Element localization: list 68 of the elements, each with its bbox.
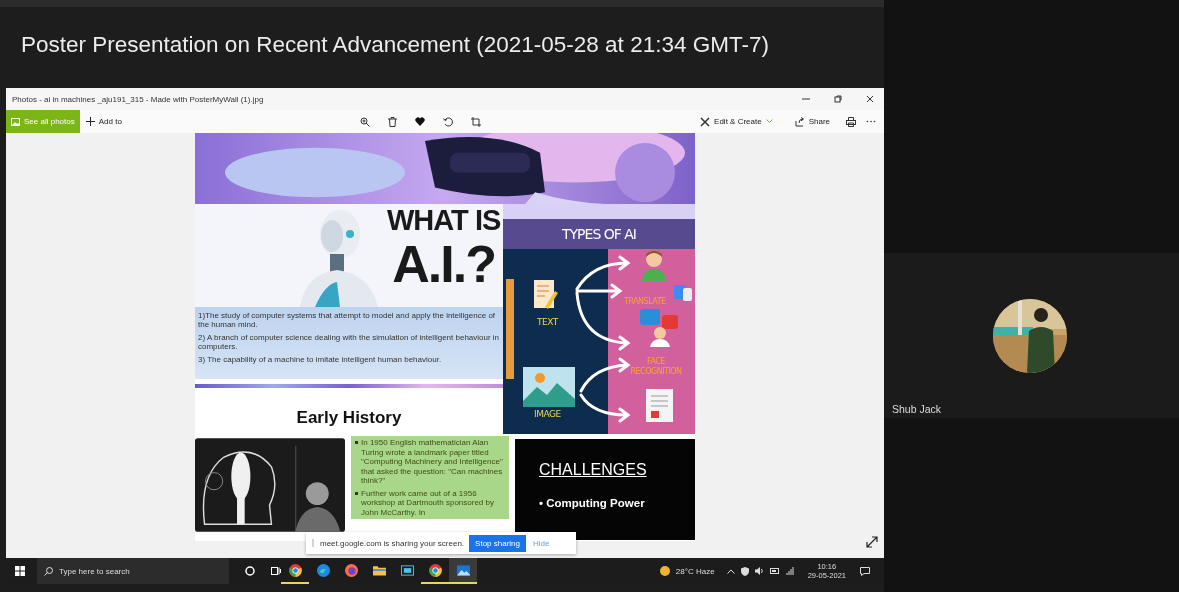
challenge-item: • Computing Power bbox=[539, 497, 645, 510]
bullet-icon bbox=[355, 491, 358, 495]
more-icon[interactable] bbox=[866, 120, 876, 123]
minimize-icon[interactable] bbox=[802, 95, 810, 103]
section-title: Early History bbox=[296, 408, 402, 429]
photos-icon bbox=[11, 117, 20, 126]
wifi-icon[interactable] bbox=[785, 567, 794, 575]
notification-icon[interactable] bbox=[860, 566, 870, 576]
delete-icon[interactable] bbox=[387, 116, 397, 127]
battery-icon[interactable] bbox=[769, 568, 780, 574]
sharing-message: meet.google.com is sharing your screen. bbox=[320, 538, 465, 548]
output-label: TRANSLATE bbox=[624, 297, 666, 307]
definition-text: 3) The capability of a machine to imitate intelligent human behaviour. bbox=[198, 355, 443, 365]
chat-people-icon bbox=[640, 309, 680, 348]
definition-text: 1)The study of computer systems that attempt to model and apply the intelligence of the human mind. bbox=[198, 311, 497, 330]
volume-icon[interactable] bbox=[754, 567, 764, 575]
add-to-button[interactable]: Add to bbox=[79, 117, 128, 126]
participant-name: Shub Jack bbox=[892, 403, 942, 415]
definition-text: 2) A branch of computer science dealing with the simulation of intelligent behaviour in computers. bbox=[198, 333, 500, 352]
bullet-icon bbox=[355, 441, 358, 445]
person-icon bbox=[640, 249, 668, 282]
translate-icon bbox=[674, 285, 692, 302]
caret-icon bbox=[765, 119, 773, 124]
photo-icon bbox=[456, 564, 470, 576]
browser-icon bbox=[288, 563, 302, 577]
input-label: IMAGE bbox=[534, 409, 561, 420]
image-icon bbox=[523, 367, 575, 408]
panel-title: TYPES OF AI bbox=[503, 219, 695, 250]
history-text: In 1950 English mathematician Alan Turing wrote a landmark paper titled "Computing Machinery and Intelligence" that asked the question: "Can machines think?" bbox=[361, 438, 504, 486]
poster-heading: A.I.? bbox=[392, 236, 495, 293]
document-icon bbox=[646, 389, 673, 423]
stop-sharing-button[interactable]: Stop sharing bbox=[469, 534, 526, 552]
browser-icon bbox=[316, 563, 330, 577]
crop-icon[interactable] bbox=[470, 116, 481, 127]
cortana-icon[interactable] bbox=[245, 566, 255, 576]
window-icon bbox=[400, 564, 414, 576]
poster-heading: WHAT IS bbox=[387, 204, 501, 237]
share-button[interactable]: Share bbox=[788, 116, 836, 127]
plus-icon bbox=[85, 117, 95, 126]
expand-icon[interactable] bbox=[866, 536, 878, 548]
grip-icon bbox=[312, 539, 315, 547]
challenges-title: CHALLENGES bbox=[539, 461, 647, 480]
edit-create-button[interactable]: Edit & Create bbox=[694, 116, 779, 127]
task-view-icon[interactable] bbox=[271, 566, 281, 576]
weather-text[interactable]: 28°C Haze bbox=[675, 566, 715, 576]
start-icon[interactable] bbox=[15, 566, 25, 576]
caret-icon[interactable] bbox=[726, 568, 735, 574]
heart-icon[interactable] bbox=[414, 117, 425, 126]
input-label: TEXT bbox=[537, 317, 558, 328]
restore-icon[interactable] bbox=[834, 95, 842, 103]
close-icon[interactable] bbox=[866, 95, 874, 103]
search-field[interactable]: Type here to search bbox=[37, 558, 229, 584]
search-icon bbox=[44, 567, 53, 576]
history-text: Further work came out of a 1956 workshop at Dartmouth sponsored by John McCarthy. In bbox=[361, 488, 495, 518]
window-title: Photos - ai in machines _aju191_315 - Made with PosterMyWall (1).jpg bbox=[12, 94, 264, 104]
weather-icon[interactable] bbox=[659, 566, 670, 576]
print-icon[interactable] bbox=[846, 116, 856, 127]
output-label: FACE RECOGNITION bbox=[629, 357, 683, 378]
taskbar-app[interactable] bbox=[449, 558, 477, 584]
browser-icon bbox=[428, 563, 442, 577]
browser-icon bbox=[344, 563, 358, 577]
meeting-title: Poster Presentation on Recent Advancement (2021-05-28 at 21:34 GMT-7) bbox=[21, 31, 769, 58]
shield-icon[interactable] bbox=[740, 566, 749, 576]
rotate-icon[interactable] bbox=[442, 116, 453, 127]
zoom-in-icon[interactable] bbox=[359, 116, 370, 127]
cross-icon bbox=[700, 116, 711, 127]
folder-icon bbox=[372, 564, 386, 576]
share-icon bbox=[794, 116, 805, 127]
